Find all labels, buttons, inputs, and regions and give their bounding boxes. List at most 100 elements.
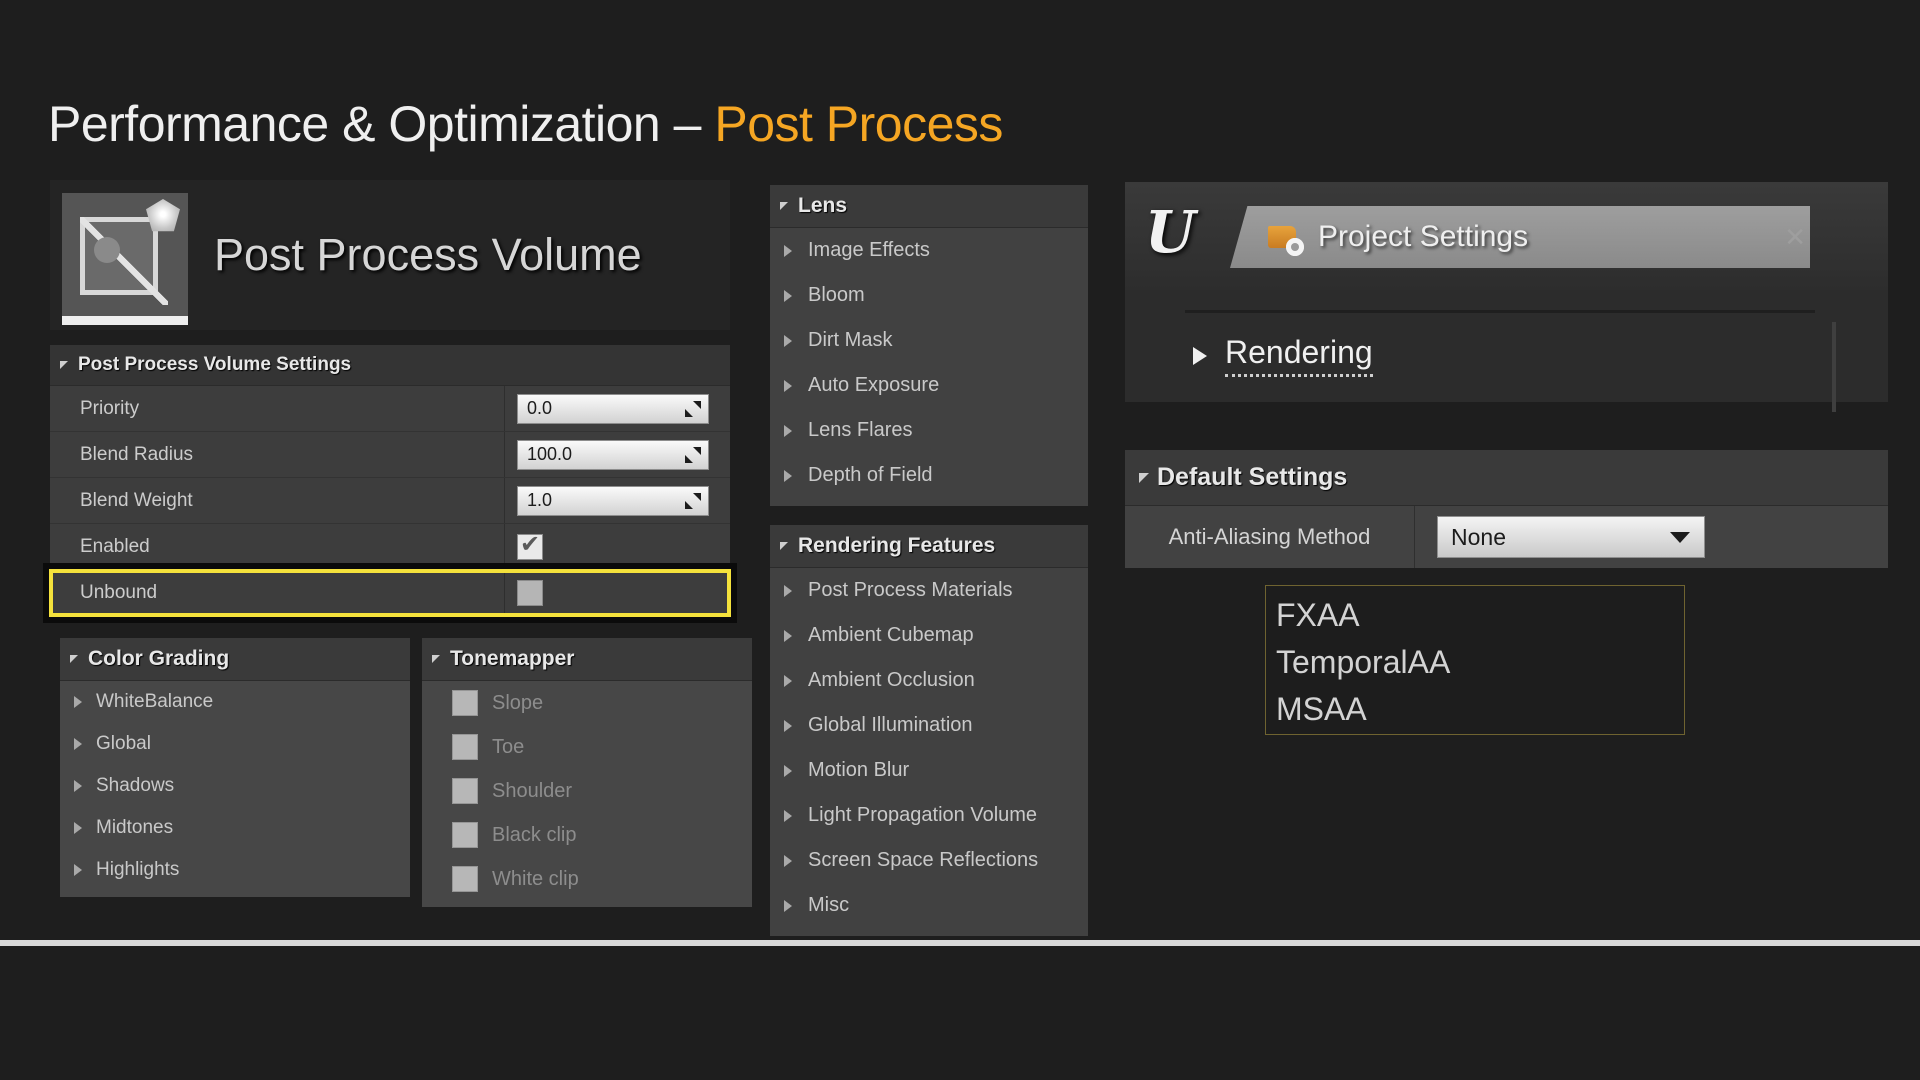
table-row[interactable]: Enabled	[50, 524, 730, 570]
anti-aliasing-options-list[interactable]: FXAA TemporalAA MSAA	[1265, 585, 1685, 735]
list-item[interactable]: Image Effects	[770, 228, 1088, 273]
list-item[interactable]: Motion Blur	[770, 748, 1088, 793]
page-title-accent: Post Process	[714, 96, 1003, 152]
lens-panel: Lens Image Effects Bloom Dirt Mask Auto …	[770, 185, 1088, 506]
list-item-label: Misc	[808, 894, 850, 916]
list-item-label: Post Process Materials	[808, 579, 1013, 601]
list-item[interactable]: Auto Exposure	[770, 363, 1088, 408]
tab-label: Project Settings	[1318, 220, 1529, 253]
chevron-right-icon	[784, 764, 792, 777]
property-label: Blend Weight	[50, 478, 505, 523]
list-item-label: Image Effects	[808, 239, 930, 261]
blend-radius-input[interactable]: 100.0	[517, 439, 709, 470]
list-item[interactable]: Global	[60, 723, 410, 765]
rendering-features-title: Rendering Features	[798, 534, 996, 557]
chevron-down-icon	[780, 542, 788, 550]
anti-aliasing-method-dropdown[interactable]: None	[1437, 516, 1705, 558]
post-process-volume-header: Post Process Volume	[50, 180, 730, 330]
post-process-volume-settings-panel: Post Process Volume Settings Priority 0.…	[49, 345, 731, 617]
list-item-label: Dirt Mask	[808, 329, 893, 351]
list-item[interactable]: WhiteBalance	[60, 681, 410, 723]
property-label: Enabled	[50, 524, 505, 569]
post-process-volume-icon	[50, 180, 200, 330]
chevron-down-icon	[60, 361, 68, 369]
chevron-right-icon	[784, 424, 792, 437]
list-item-label: WhiteBalance	[96, 691, 214, 712]
list-item[interactable]: Dirt Mask	[770, 318, 1088, 363]
list-item[interactable]: Global Illumination	[770, 703, 1088, 748]
list-item[interactable]: Shadows	[60, 765, 410, 807]
priority-input[interactable]: 0.0	[517, 393, 709, 424]
enabled-checkbox[interactable]	[517, 530, 543, 560]
list-item[interactable]: Light Propagation Volume	[770, 793, 1088, 838]
list-item[interactable]: White clip	[422, 857, 752, 901]
default-settings-header[interactable]: Default Settings	[1125, 450, 1888, 506]
spinner-icon[interactable]	[685, 446, 701, 463]
chevron-down-icon	[70, 655, 78, 663]
lens-list: Image Effects Bloom Dirt Mask Auto Expos…	[770, 228, 1088, 506]
chevron-right-icon	[784, 854, 792, 867]
list-item[interactable]: Shoulder	[422, 769, 752, 813]
list-item[interactable]: Toe	[422, 725, 752, 769]
divider	[1185, 310, 1815, 313]
list-item[interactable]: Depth of Field	[770, 453, 1088, 498]
sidebar-item-rendering[interactable]: Rendering	[1193, 334, 1373, 377]
black-clip-checkbox[interactable]	[452, 822, 478, 848]
table-row-unbound-highlighted[interactable]: Unbound	[49, 569, 731, 617]
chevron-right-icon	[1193, 346, 1207, 365]
list-item[interactable]: Ambient Occlusion	[770, 658, 1088, 703]
option-fxaa[interactable]: FXAA	[1272, 592, 1684, 639]
page-title: Performance & Optimization – Post Proces…	[48, 95, 1003, 153]
lens-header[interactable]: Lens	[770, 185, 1088, 228]
ppv-settings-header[interactable]: Post Process Volume Settings	[50, 345, 730, 386]
chevron-right-icon	[74, 738, 82, 750]
white-clip-checkbox[interactable]	[452, 866, 478, 892]
property-label: Priority	[50, 386, 505, 431]
anti-aliasing-method-label: Anti-Aliasing Method	[1125, 506, 1415, 568]
list-item[interactable]: Midtones	[60, 807, 410, 849]
chevron-right-icon	[784, 379, 792, 392]
tonemapper-title: Tonemapper	[450, 647, 575, 670]
list-item[interactable]: Black clip	[422, 813, 752, 857]
table-row[interactable]: Priority 0.0	[50, 386, 730, 432]
option-msaa[interactable]: MSAA	[1272, 686, 1684, 733]
table-row[interactable]: Blend Radius 100.0	[50, 432, 730, 478]
shoulder-checkbox[interactable]	[452, 778, 478, 804]
slope-checkbox[interactable]	[452, 690, 478, 716]
chevron-down-icon	[1670, 531, 1690, 543]
option-temporalaa[interactable]: TemporalAA	[1272, 639, 1684, 686]
list-item[interactable]: Highlights	[60, 849, 410, 891]
unbound-checkbox[interactable]	[517, 579, 543, 606]
color-grading-title: Color Grading	[88, 647, 230, 670]
tab-project-settings[interactable]: Project Settings	[1230, 206, 1810, 268]
scrollbar[interactable]	[1832, 322, 1836, 412]
list-item-label: Toe	[492, 735, 525, 758]
toe-checkbox[interactable]	[452, 734, 478, 760]
list-item-label: White clip	[492, 867, 579, 890]
blend-weight-input[interactable]: 1.0	[517, 485, 709, 516]
spinner-icon[interactable]	[685, 400, 701, 417]
color-grading-header[interactable]: Color Grading	[60, 638, 410, 681]
chevron-right-icon	[784, 469, 792, 482]
tonemapper-header[interactable]: Tonemapper	[422, 638, 752, 681]
list-item-label: Midtones	[96, 817, 174, 838]
chevron-right-icon	[784, 629, 792, 642]
rendering-features-panel: Rendering Features Post Process Material…	[770, 525, 1088, 936]
tonemapper-panel: Tonemapper Slope Toe Shoulder Black clip…	[422, 638, 752, 907]
list-item[interactable]: Ambient Cubemap	[770, 613, 1088, 658]
list-item[interactable]: Lens Flares	[770, 408, 1088, 453]
list-item[interactable]: Misc	[770, 883, 1088, 928]
list-item-label: Light Propagation Volume	[808, 804, 1038, 826]
table-row[interactable]: Blend Weight 1.0	[50, 478, 730, 524]
ppv-settings-header-label: Post Process Volume Settings	[78, 354, 352, 375]
list-item[interactable]: Screen Space Reflections	[770, 838, 1088, 883]
list-item[interactable]: Bloom	[770, 273, 1088, 318]
list-item-label: Bloom	[808, 284, 865, 306]
spinner-icon[interactable]	[685, 492, 701, 509]
chevron-right-icon	[74, 864, 82, 876]
close-icon[interactable]: ✕	[1784, 222, 1806, 253]
rendering-features-header[interactable]: Rendering Features	[770, 525, 1088, 568]
list-item[interactable]: Slope	[422, 681, 752, 725]
property-label: Blend Radius	[50, 432, 505, 477]
list-item[interactable]: Post Process Materials	[770, 568, 1088, 613]
